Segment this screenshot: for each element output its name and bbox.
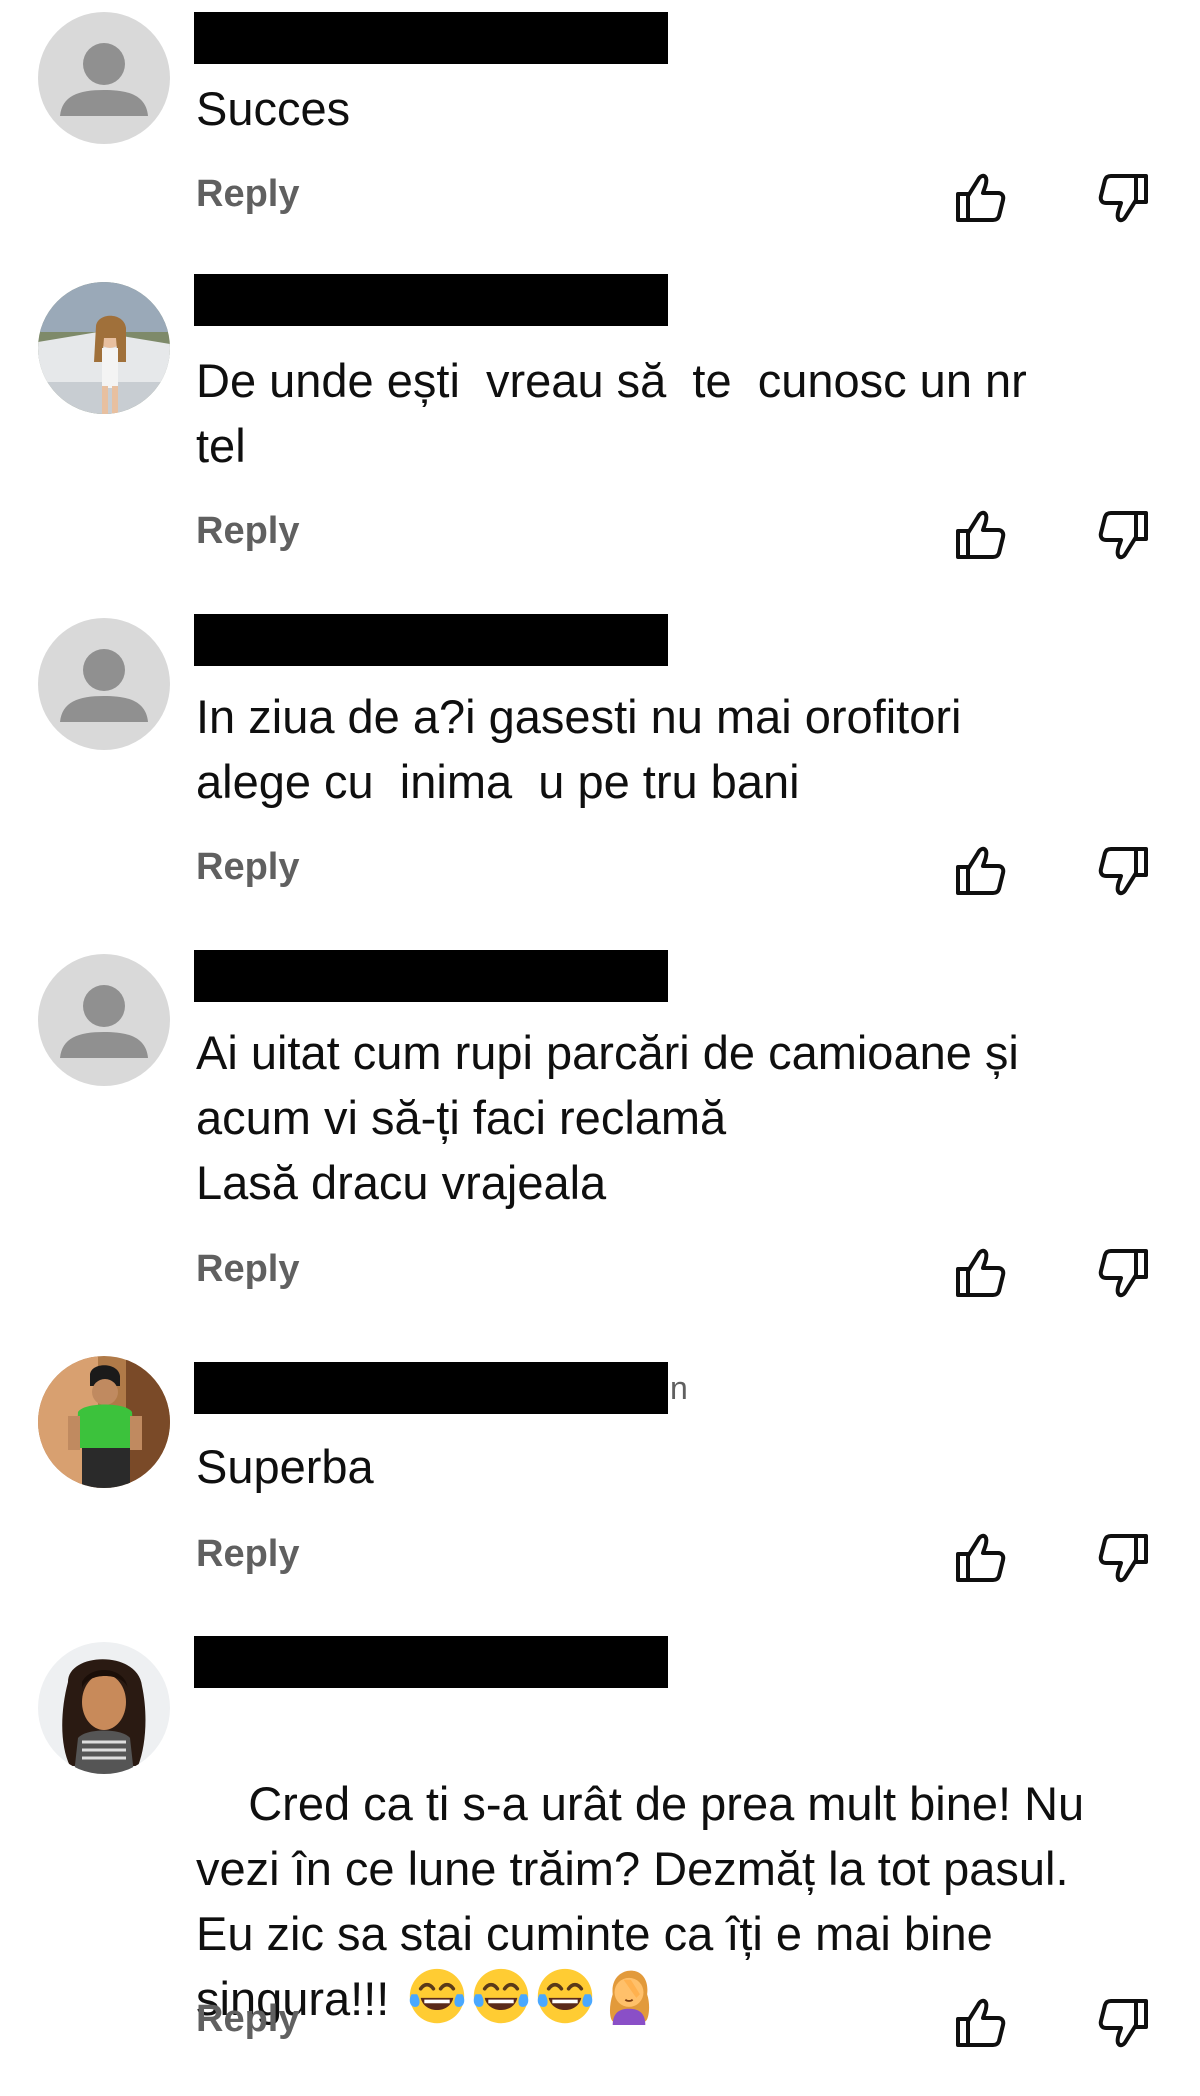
thumbs-up-icon[interactable] <box>948 1991 1012 2055</box>
thumbs-down-icon[interactable] <box>1092 1526 1156 1590</box>
face-with-tears-of-joy-emoji <box>408 1967 466 2025</box>
avatar[interactable] <box>38 282 170 414</box>
redacted-username <box>194 1636 668 1688</box>
thumbs-up-icon[interactable] <box>948 503 1012 567</box>
photo-avatar-man-icon <box>38 1356 170 1488</box>
comment-text: Succes <box>196 82 351 135</box>
thumbs-up-icon[interactable] <box>948 1526 1012 1590</box>
reply-button[interactable]: Reply <box>196 1998 299 2041</box>
redacted-username <box>194 12 668 64</box>
default-avatar-icon <box>38 954 170 1086</box>
redacted-username <box>194 950 668 1002</box>
comment-text: In ziua de a?i gasesti nu mai orofitori … <box>196 690 962 808</box>
reply-button[interactable]: Reply <box>196 1533 299 1576</box>
thumbs-up-icon[interactable] <box>948 1241 1012 1305</box>
avatar[interactable] <box>38 12 170 144</box>
photo-avatar-woman-icon <box>38 1642 170 1774</box>
avatar[interactable] <box>38 954 170 1086</box>
thumbs-up-icon[interactable] <box>948 166 1012 230</box>
comment-text: De unde ești vreau să te cunosc un nr te… <box>196 354 1027 472</box>
username-suffix: n <box>670 1370 688 1406</box>
reply-button[interactable]: Reply <box>196 510 299 553</box>
default-avatar-icon <box>38 12 170 144</box>
redacted-username <box>194 614 668 666</box>
reply-button[interactable]: Reply <box>196 846 299 889</box>
face-with-tears-of-joy-emoji <box>472 1967 530 2025</box>
comment-text: Ai uitat cum rupi parcări de camioane și… <box>196 1026 1019 1209</box>
reply-button[interactable]: Reply <box>196 173 299 216</box>
thumbs-down-icon[interactable] <box>1092 503 1156 567</box>
redacted-username <box>194 274 668 326</box>
thumbs-down-icon[interactable] <box>1092 1241 1156 1305</box>
default-avatar-icon <box>38 618 170 750</box>
woman-facepalming-emoji <box>600 1967 658 2025</box>
avatar[interactable] <box>38 618 170 750</box>
thumbs-down-icon[interactable] <box>1092 1991 1156 2055</box>
thumbs-up-icon[interactable] <box>948 839 1012 903</box>
photo-avatar-girl-icon <box>38 282 170 414</box>
avatar[interactable] <box>38 1356 170 1488</box>
comment-text: Superba <box>196 1440 374 1493</box>
redacted-username <box>194 1362 668 1414</box>
face-with-tears-of-joy-emoji <box>536 1967 594 2025</box>
avatar[interactable] <box>38 1642 170 1774</box>
comment-text: Cred ca ti s-a urât de prea mult bine! N… <box>196 1706 1176 2096</box>
thumbs-down-icon[interactable] <box>1092 839 1156 903</box>
reply-button[interactable]: Reply <box>196 1248 299 1291</box>
thumbs-down-icon[interactable] <box>1092 166 1156 230</box>
